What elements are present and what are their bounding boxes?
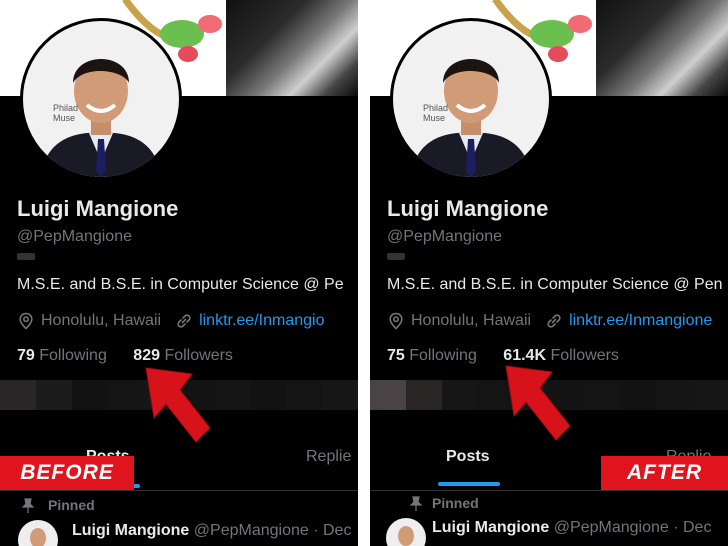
link-icon <box>547 314 561 328</box>
tweet-author-handle: @PepMangione · Dec <box>193 522 352 539</box>
following-stat[interactable]: 75 Following <box>387 347 477 364</box>
tweet-author-handle: @PepMangione · Dec <box>553 519 712 536</box>
tab-indicator <box>438 482 500 486</box>
location-icon <box>19 312 33 330</box>
profile-name: Luigi Mangione <box>17 196 179 221</box>
banner-photo <box>226 0 358 96</box>
profile-meta: Honolulu, Hawaii linktr.ee/Inmangio <box>17 312 324 330</box>
follow-counts: 79 Following 829 Followers <box>17 347 233 365</box>
tweet-author-name[interactable]: Luigi Mangione <box>72 522 189 539</box>
after-caption: AFTER <box>601 456 728 490</box>
tab-replies[interactable]: Replie <box>306 448 351 466</box>
pinned-label: Pinned <box>432 495 479 511</box>
arrow-icon <box>145 367 211 443</box>
profile-avatar[interactable]: Philad Muse <box>20 18 182 180</box>
tweet-avatar[interactable] <box>386 518 426 546</box>
profile-link[interactable]: linktr.ee/Inmangione <box>569 312 712 330</box>
profile-link[interactable]: linktr.ee/Inmangio <box>199 312 324 330</box>
tweet-header: Luigi Mangione @PepMangione · Dec <box>432 519 711 537</box>
tweet-header: Luigi Mangione @PepMangione · Dec <box>72 522 351 540</box>
tweet-avatar[interactable] <box>18 520 58 546</box>
avatar-museum-sign: Philad Muse <box>53 103 79 123</box>
profile-bio: M.S.E. and B.S.E. in Computer Science @ … <box>17 276 344 293</box>
blurred-badge <box>17 253 35 260</box>
avatar-museum-sign: Philad Muse <box>423 103 449 123</box>
before-caption: BEFORE <box>0 456 134 490</box>
tab-posts[interactable]: Posts <box>446 448 490 466</box>
banner-photo <box>596 0 728 96</box>
profile-name: Luigi Mangione <box>387 196 549 221</box>
profile-avatar[interactable]: Philad Muse <box>390 18 552 180</box>
profile-handle: @PepMangione <box>387 228 502 245</box>
pin-icon <box>409 496 423 511</box>
link-icon <box>177 314 191 328</box>
profile-location: Honolulu, Hawaii <box>41 312 162 329</box>
arrow-icon <box>505 365 571 441</box>
profile-handle: @PepMangione <box>17 228 132 245</box>
tweet-author-name[interactable]: Luigi Mangione <box>432 519 549 536</box>
blurred-badge <box>387 253 405 260</box>
profile-location: Honolulu, Hawaii <box>411 312 532 329</box>
followers-stat[interactable]: 829 Followers <box>133 347 233 364</box>
location-icon <box>389 312 403 330</box>
following-stat[interactable]: 79 Following <box>17 347 107 364</box>
pin-icon <box>21 498 35 513</box>
profile-bio: M.S.E. and B.S.E. in Computer Science @ … <box>387 276 723 293</box>
profile-meta: Honolulu, Hawaii linktr.ee/Inmangione <box>387 312 712 330</box>
panel-divider <box>358 0 370 546</box>
pinned-label: Pinned <box>48 497 95 513</box>
